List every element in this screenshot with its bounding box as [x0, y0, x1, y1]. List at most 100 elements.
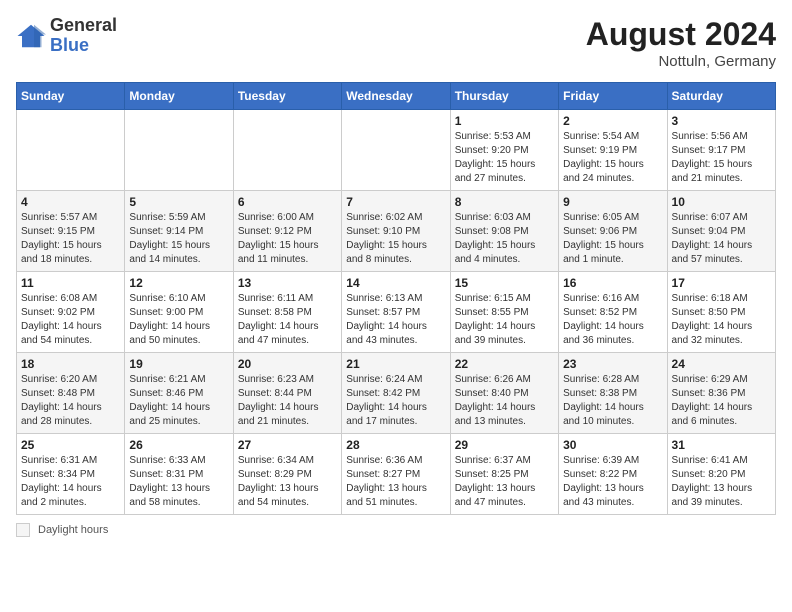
sunrise-time: Sunrise: 6:15 AM — [455, 293, 531, 304]
daylight-duration: Daylight: 14 hours and 28 minutes. — [21, 402, 102, 427]
sunrise-time: Sunrise: 6:03 AM — [455, 212, 531, 223]
sunrise-time: Sunrise: 6:36 AM — [346, 455, 422, 466]
day-info: Sunrise: 6:29 AM Sunset: 8:36 PM Dayligh… — [672, 373, 771, 429]
day-info: Sunrise: 5:53 AM Sunset: 9:20 PM Dayligh… — [455, 130, 554, 186]
day-info: Sunrise: 6:16 AM Sunset: 8:52 PM Dayligh… — [563, 292, 662, 348]
sunset-time: Sunset: 8:55 PM — [455, 307, 529, 318]
day-info: Sunrise: 6:15 AM Sunset: 8:55 PM Dayligh… — [455, 292, 554, 348]
calendar-week-row: 25 Sunrise: 6:31 AM Sunset: 8:34 PM Dayl… — [17, 434, 776, 515]
day-number: 9 — [563, 195, 662, 209]
calendar-day-cell: 14 Sunrise: 6:13 AM Sunset: 8:57 PM Dayl… — [342, 272, 450, 353]
daylight-duration: Daylight: 15 hours and 1 minute. — [563, 240, 644, 265]
calendar-day-cell: 9 Sunrise: 6:05 AM Sunset: 9:06 PM Dayli… — [559, 191, 667, 272]
calendar-week-row: 1 Sunrise: 5:53 AM Sunset: 9:20 PM Dayli… — [17, 110, 776, 191]
sunset-time: Sunset: 8:29 PM — [238, 469, 312, 480]
day-number: 5 — [129, 195, 228, 209]
sunrise-time: Sunrise: 6:05 AM — [563, 212, 639, 223]
day-info: Sunrise: 6:07 AM Sunset: 9:04 PM Dayligh… — [672, 211, 771, 267]
daylight-duration: Daylight: 15 hours and 4 minutes. — [455, 240, 536, 265]
sunset-time: Sunset: 8:25 PM — [455, 469, 529, 480]
logo-icon — [16, 21, 46, 51]
daylight-duration: Daylight: 15 hours and 21 minutes. — [672, 159, 753, 184]
sunrise-time: Sunrise: 6:07 AM — [672, 212, 748, 223]
calendar-day-cell: 8 Sunrise: 6:03 AM Sunset: 9:08 PM Dayli… — [450, 191, 558, 272]
day-info: Sunrise: 6:33 AM Sunset: 8:31 PM Dayligh… — [129, 454, 228, 510]
calendar-day-cell: 30 Sunrise: 6:39 AM Sunset: 8:22 PM Dayl… — [559, 434, 667, 515]
sunset-time: Sunset: 9:10 PM — [346, 226, 420, 237]
sunset-time: Sunset: 8:20 PM — [672, 469, 746, 480]
sunset-time: Sunset: 8:38 PM — [563, 388, 637, 399]
sunset-time: Sunset: 9:15 PM — [21, 226, 95, 237]
day-number: 16 — [563, 276, 662, 290]
sunrise-time: Sunrise: 6:33 AM — [129, 455, 205, 466]
sunrise-time: Sunrise: 6:41 AM — [672, 455, 748, 466]
day-number: 31 — [672, 438, 771, 452]
day-number: 6 — [238, 195, 337, 209]
day-info: Sunrise: 5:54 AM Sunset: 9:19 PM Dayligh… — [563, 130, 662, 186]
calendar-day-cell: 1 Sunrise: 5:53 AM Sunset: 9:20 PM Dayli… — [450, 110, 558, 191]
day-info: Sunrise: 5:59 AM Sunset: 9:14 PM Dayligh… — [129, 211, 228, 267]
day-info: Sunrise: 5:57 AM Sunset: 9:15 PM Dayligh… — [21, 211, 120, 267]
day-number: 14 — [346, 276, 445, 290]
calendar-day-header: Sunday — [17, 83, 125, 110]
sunrise-time: Sunrise: 6:18 AM — [672, 293, 748, 304]
day-info: Sunrise: 6:18 AM Sunset: 8:50 PM Dayligh… — [672, 292, 771, 348]
day-info: Sunrise: 6:21 AM Sunset: 8:46 PM Dayligh… — [129, 373, 228, 429]
calendar-day-cell — [17, 110, 125, 191]
sunrise-time: Sunrise: 5:59 AM — [129, 212, 205, 223]
calendar-day-cell: 29 Sunrise: 6:37 AM Sunset: 8:25 PM Dayl… — [450, 434, 558, 515]
day-number: 25 — [21, 438, 120, 452]
sunset-time: Sunset: 9:14 PM — [129, 226, 203, 237]
sunrise-time: Sunrise: 6:39 AM — [563, 455, 639, 466]
day-info: Sunrise: 6:41 AM Sunset: 8:20 PM Dayligh… — [672, 454, 771, 510]
sunset-time: Sunset: 9:19 PM — [563, 145, 637, 156]
daylight-duration: Daylight: 14 hours and 21 minutes. — [238, 402, 319, 427]
sunset-time: Sunset: 9:02 PM — [21, 307, 95, 318]
day-number: 28 — [346, 438, 445, 452]
calendar-day-cell: 2 Sunrise: 5:54 AM Sunset: 9:19 PM Dayli… — [559, 110, 667, 191]
daylight-duration: Daylight: 14 hours and 13 minutes. — [455, 402, 536, 427]
calendar-day-cell: 31 Sunrise: 6:41 AM Sunset: 8:20 PM Dayl… — [667, 434, 775, 515]
day-number: 21 — [346, 357, 445, 371]
calendar-day-header: Friday — [559, 83, 667, 110]
day-info: Sunrise: 6:13 AM Sunset: 8:57 PM Dayligh… — [346, 292, 445, 348]
logo-blue: Blue — [50, 35, 89, 55]
day-info: Sunrise: 6:26 AM Sunset: 8:40 PM Dayligh… — [455, 373, 554, 429]
logo-text: General Blue — [50, 16, 117, 56]
sunset-time: Sunset: 8:34 PM — [21, 469, 95, 480]
month-year-title: August 2024 — [586, 16, 776, 53]
calendar-day-cell: 24 Sunrise: 6:29 AM Sunset: 8:36 PM Dayl… — [667, 353, 775, 434]
day-number: 2 — [563, 114, 662, 128]
day-number: 7 — [346, 195, 445, 209]
day-info: Sunrise: 6:11 AM Sunset: 8:58 PM Dayligh… — [238, 292, 337, 348]
calendar-day-header: Tuesday — [233, 83, 341, 110]
daylight-duration: Daylight: 14 hours and 47 minutes. — [238, 321, 319, 346]
daylight-color-box — [16, 523, 30, 537]
sunrise-time: Sunrise: 6:37 AM — [455, 455, 531, 466]
daylight-duration: Daylight: 15 hours and 11 minutes. — [238, 240, 319, 265]
daylight-duration: Daylight: 13 hours and 39 minutes. — [672, 483, 753, 508]
calendar-day-cell: 18 Sunrise: 6:20 AM Sunset: 8:48 PM Dayl… — [17, 353, 125, 434]
sunrise-time: Sunrise: 6:28 AM — [563, 374, 639, 385]
day-info: Sunrise: 6:03 AM Sunset: 9:08 PM Dayligh… — [455, 211, 554, 267]
sunset-time: Sunset: 9:00 PM — [129, 307, 203, 318]
sunrise-time: Sunrise: 6:13 AM — [346, 293, 422, 304]
daylight-duration: Daylight: 14 hours and 39 minutes. — [455, 321, 536, 346]
calendar-week-row: 4 Sunrise: 5:57 AM Sunset: 9:15 PM Dayli… — [17, 191, 776, 272]
calendar-day-cell: 19 Sunrise: 6:21 AM Sunset: 8:46 PM Dayl… — [125, 353, 233, 434]
day-info: Sunrise: 6:39 AM Sunset: 8:22 PM Dayligh… — [563, 454, 662, 510]
daylight-duration: Daylight: 14 hours and 6 minutes. — [672, 402, 753, 427]
day-number: 22 — [455, 357, 554, 371]
sunset-time: Sunset: 8:52 PM — [563, 307, 637, 318]
calendar-day-cell: 10 Sunrise: 6:07 AM Sunset: 9:04 PM Dayl… — [667, 191, 775, 272]
sunrise-time: Sunrise: 6:34 AM — [238, 455, 314, 466]
calendar-day-cell: 22 Sunrise: 6:26 AM Sunset: 8:40 PM Dayl… — [450, 353, 558, 434]
day-info: Sunrise: 6:10 AM Sunset: 9:00 PM Dayligh… — [129, 292, 228, 348]
calendar-day-cell — [342, 110, 450, 191]
day-info: Sunrise: 6:02 AM Sunset: 9:10 PM Dayligh… — [346, 211, 445, 267]
page-header: General Blue August 2024 Nottuln, German… — [16, 16, 776, 70]
day-info: Sunrise: 6:31 AM Sunset: 8:34 PM Dayligh… — [21, 454, 120, 510]
sunset-time: Sunset: 8:31 PM — [129, 469, 203, 480]
daylight-duration: Daylight: 15 hours and 14 minutes. — [129, 240, 210, 265]
footer-note: Daylight hours — [16, 523, 776, 537]
